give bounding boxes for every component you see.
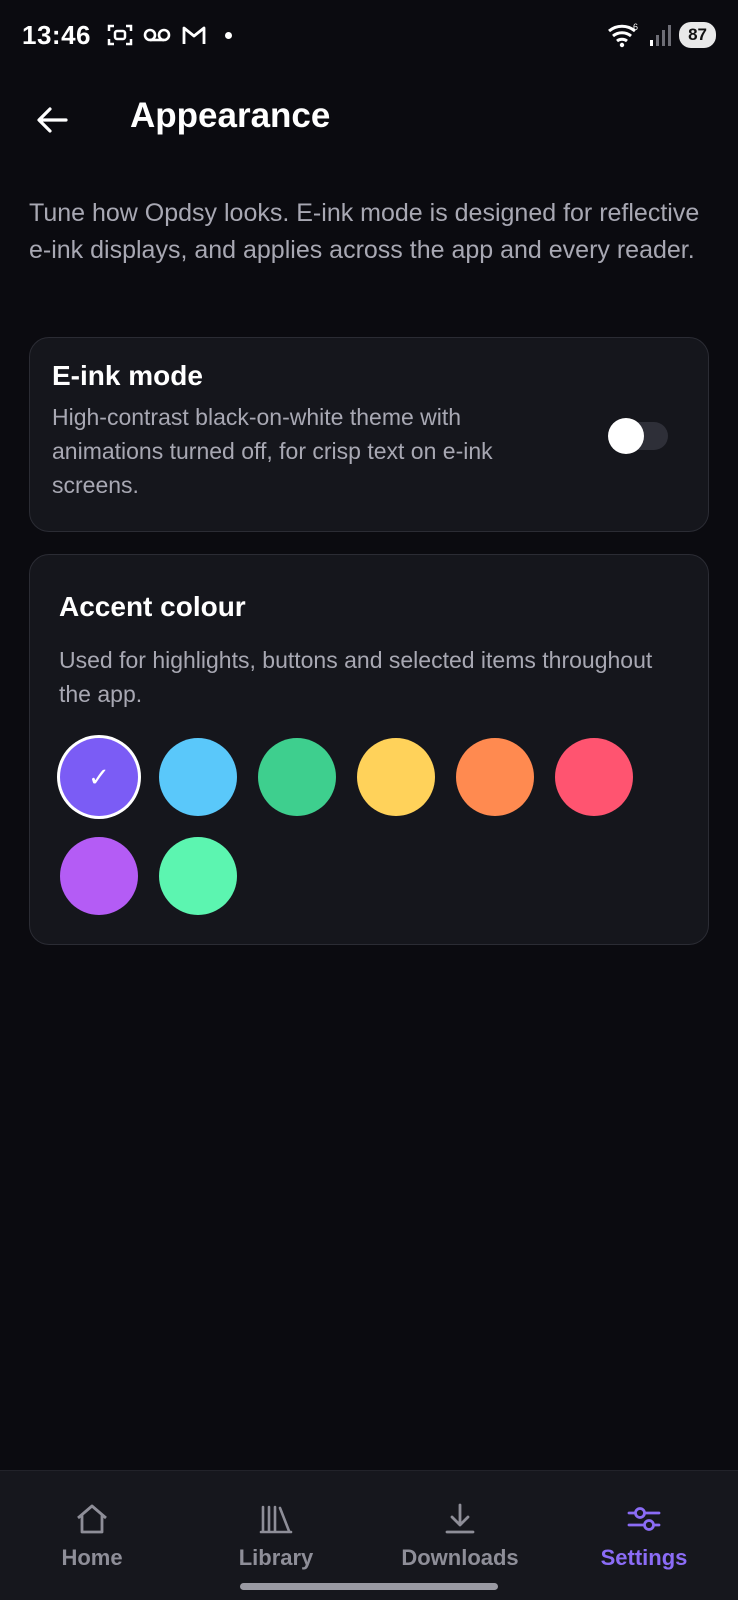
toggle-knob — [608, 418, 644, 454]
accent-colour-description: Used for highlights, buttons and selecte… — [59, 647, 653, 707]
accent-swatch[interactable] — [258, 738, 336, 816]
download-icon — [442, 1501, 478, 1537]
check-icon: ✓ — [88, 761, 110, 792]
wifi-badge: 6 — [633, 22, 638, 32]
eink-mode-card[interactable]: E-ink mode High-contrast black-on-white … — [29, 337, 709, 532]
accent-swatch[interactable]: ✓ — [60, 738, 138, 816]
accent-colour-title: Accent colour — [59, 591, 246, 622]
intro-text: Tune how Opdsy looks. E-ink mode is desi… — [29, 199, 700, 264]
eink-mode-toggle[interactable] — [608, 418, 668, 454]
nav-home-label: Home — [61, 1545, 123, 1570]
battery-indicator: 87 — [679, 22, 716, 48]
arrow-left-icon — [37, 107, 68, 133]
screenshot-icon — [107, 24, 133, 46]
accent-swatch[interactable] — [60, 837, 138, 915]
status-notification-icons — [107, 23, 232, 47]
accent-swatch[interactable] — [159, 738, 237, 816]
accent-colour-card: Accent colour Used for highlights, butto… — [29, 554, 709, 945]
status-bar: 13:46 6 87 — [0, 0, 738, 70]
eink-mode-description: High-contrast black-on-white theme with … — [52, 404, 493, 498]
page-title: Appearance — [130, 96, 331, 135]
library-icon — [258, 1501, 294, 1537]
settings-sliders-icon — [626, 1501, 662, 1537]
home-icon — [74, 1501, 110, 1537]
wifi-icon: 6 — [608, 22, 638, 48]
accent-swatch[interactable] — [357, 738, 435, 816]
status-time: 13:46 — [22, 19, 91, 50]
voicemail-icon — [143, 28, 171, 42]
nav-settings[interactable]: Settings — [552, 1471, 736, 1600]
more-notifications-dot — [225, 31, 232, 39]
status-system-icons: 6 87 — [607, 22, 716, 48]
accent-swatch[interactable] — [456, 738, 534, 816]
nav-settings-label: Settings — [600, 1545, 688, 1570]
nav-downloads[interactable]: Downloads — [368, 1471, 552, 1600]
nav-library[interactable]: Library — [184, 1471, 368, 1600]
bottom-navigation: Home Library Downloads Settings — [0, 1470, 738, 1600]
gmail-icon — [182, 26, 206, 44]
signal-icon — [650, 25, 672, 46]
eink-mode-title: E-ink mode — [52, 360, 203, 391]
accent-swatch[interactable] — [159, 837, 237, 915]
nav-downloads-label: Downloads — [401, 1545, 519, 1570]
app-bar: Appearance — [0, 80, 738, 160]
accent-swatch[interactable] — [555, 738, 633, 816]
back-button[interactable] — [30, 98, 74, 142]
nav-library-label: Library — [238, 1545, 314, 1570]
home-indicator[interactable] — [240, 1583, 498, 1590]
appearance-screen: 13:46 6 87 Appearance Tune how Opdsy loo… — [0, 0, 738, 1600]
nav-home[interactable]: Home — [0, 1471, 184, 1600]
